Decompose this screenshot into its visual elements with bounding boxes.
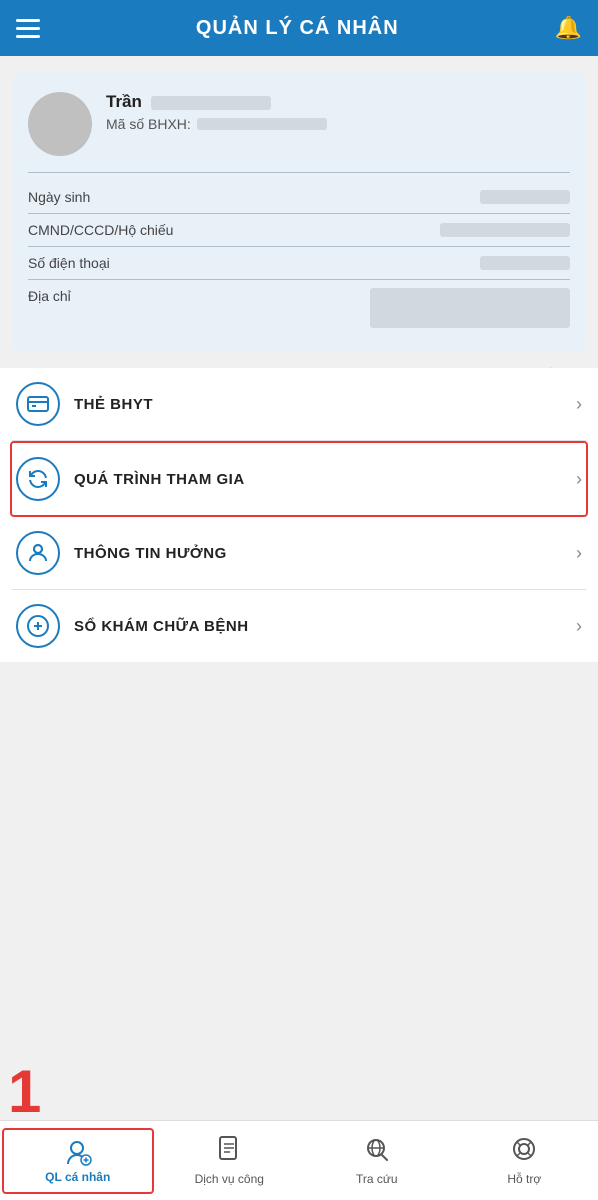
notification-icon[interactable]: 🔔	[555, 15, 582, 41]
menu-item-qua-trinh-tham-gia[interactable]: QUÁ TRÌNH THAM GIA ›	[10, 441, 588, 517]
label-number-1: 1	[8, 1062, 41, 1122]
person-gear-icon	[64, 1138, 92, 1166]
menu-label-thong-tin-huong: THÔNG TIN HƯỞNG	[74, 545, 576, 562]
nav-item-ql-ca-nhan[interactable]: QL cá nhân	[2, 1128, 154, 1194]
card-icon	[16, 382, 60, 426]
field-label-cmnd: CMND/CCCD/Hộ chiếu	[28, 222, 173, 238]
field-label-phone: Số điện thoại	[28, 255, 158, 271]
field-value-address	[370, 288, 570, 328]
nav-item-ho-tro[interactable]: Hỗ trợ	[451, 1127, 598, 1194]
nav-item-dich-vu-cong[interactable]: Dịch vụ công	[156, 1127, 304, 1194]
field-value-cmnd	[440, 223, 570, 237]
profile-field-phone: Số điện thoại	[28, 247, 570, 280]
profile-top: Trần Mã số BHXH:	[28, 92, 570, 156]
avatar	[28, 92, 92, 156]
profile-card: Trần Mã số BHXH: Ngày sinh CMND/CCCD/Hộ …	[12, 72, 586, 352]
profile-divider	[28, 172, 570, 173]
hamburger-menu[interactable]	[16, 19, 40, 38]
nav-item-tra-cuu[interactable]: Tra cứu	[303, 1127, 451, 1194]
nav-label-dich-vu-cong: Dịch vụ công	[195, 1172, 264, 1186]
profile-field-cmnd: CMND/CCCD/Hộ chiếu	[28, 214, 570, 247]
bottom-navigation: QL cá nhân Dịch vụ công Tra cứu	[0, 1120, 598, 1200]
profile-field-address: Địa chỉ	[28, 280, 570, 336]
arrow-icon-qua-trinh: ›	[576, 469, 582, 490]
menu-label-the-bhyt: THẺ BHYT	[74, 396, 576, 413]
menu-label-qua-trinh: QUÁ TRÌNH THAM GIA	[74, 471, 576, 488]
person-info-icon	[16, 531, 60, 575]
field-value-phone	[480, 256, 570, 270]
support-icon	[510, 1135, 538, 1168]
menu-item-thong-tin-huong[interactable]: THÔNG TIN HƯỞNG ›	[12, 517, 586, 590]
field-label-address: Địa chỉ	[28, 288, 158, 304]
nav-label-ho-tro: Hỗ trợ	[507, 1172, 541, 1186]
profile-bhxh: Mã số BHXH:	[106, 116, 570, 132]
arrow-icon-the-bhyt: ›	[576, 394, 582, 415]
arrow-icon-so-kham: ›	[576, 616, 582, 637]
app-header: QUẢN LÝ CÁ NHÂN 🔔	[0, 0, 598, 56]
profile-field-ngay-sinh: Ngày sinh	[28, 181, 570, 214]
menu-item-the-bhyt[interactable]: THẺ BHYT ›	[12, 368, 586, 441]
refresh-icon	[16, 457, 60, 501]
medical-icon	[16, 604, 60, 648]
field-value-ngay-sinh	[480, 190, 570, 204]
bhxh-blur	[197, 118, 327, 130]
profile-name: Trần	[106, 92, 570, 112]
nav-label-tra-cuu: Tra cứu	[356, 1172, 398, 1186]
field-label-ngay-sinh: Ngày sinh	[28, 189, 158, 205]
menu-item-so-kham[interactable]: SỔ KHÁM CHỮA BỆNH ›	[12, 590, 586, 662]
menu-label-so-kham: SỔ KHÁM CHỮA BỆNH	[74, 618, 576, 635]
menu-section: 2 THẺ BHYT › QUÁ TRÌNH THAM GIA ›	[0, 368, 598, 662]
profile-info: Trần Mã số BHXH:	[106, 92, 570, 132]
arrow-icon-thong-tin: ›	[576, 543, 582, 564]
nav-label-ql-ca-nhan: QL cá nhân	[45, 1170, 110, 1184]
content-wrapper: Trần Mã số BHXH: Ngày sinh CMND/CCCD/Hộ …	[0, 72, 598, 742]
search-globe-icon	[363, 1135, 391, 1168]
document-icon	[215, 1135, 243, 1168]
profile-name-blur	[151, 96, 271, 110]
page-title: QUẢN LÝ CÁ NHÂN	[196, 17, 399, 40]
